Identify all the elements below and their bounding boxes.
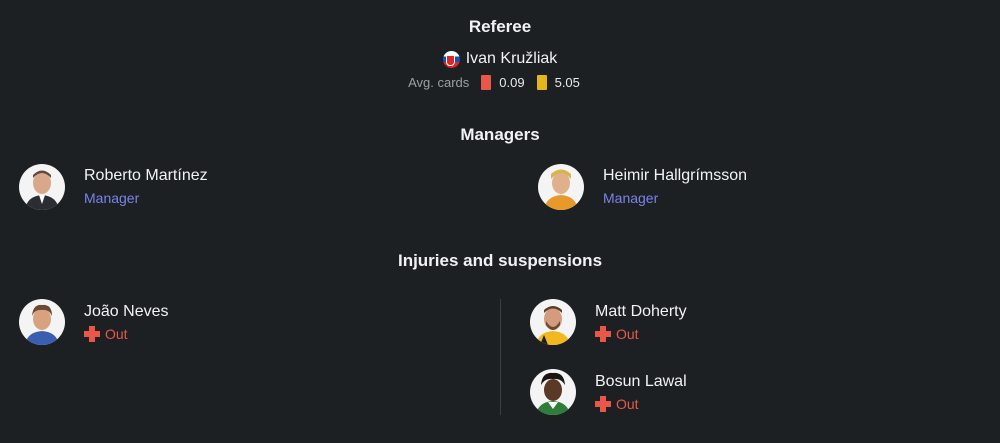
medical-cross-icon — [84, 326, 100, 342]
manager-name: Roberto Martínez — [84, 167, 208, 184]
manager-name: Heimir Hallgrímsson — [603, 167, 748, 184]
yellow-card-icon — [536, 75, 547, 90]
manager-avatar-icon — [19, 164, 65, 210]
injury-status-label: Out — [616, 326, 639, 342]
injury-status-label: Out — [616, 396, 639, 412]
player-name: João Neves — [84, 303, 169, 320]
referee-section-title: Referee — [468, 17, 532, 36]
manager-away[interactable]: Heimir Hallgrímsson Manager — [538, 164, 747, 210]
medical-cross-icon — [595, 396, 611, 412]
player-avatar-icon — [530, 369, 576, 415]
player-avatar-icon — [530, 299, 576, 345]
managers-section-title: Managers — [460, 125, 540, 144]
injury-status: Out — [595, 396, 687, 412]
injuries-section-title: Injuries and suspensions — [397, 251, 603, 270]
red-card-icon — [481, 75, 492, 90]
manager-home[interactable]: Roberto Martínez Manager — [19, 164, 208, 210]
injury-home-0[interactable]: João Neves Out — [19, 299, 169, 345]
avg-cards-label: Avg. cards — [408, 75, 470, 90]
manager-avatar-icon — [538, 164, 584, 210]
injury-status: Out — [595, 326, 687, 342]
injury-status: Out — [84, 326, 169, 342]
injuries-divider — [500, 299, 501, 415]
player-name: Matt Doherty — [595, 303, 687, 320]
medical-cross-icon — [595, 326, 611, 342]
injury-away-0[interactable]: Matt Doherty Out — [530, 299, 687, 345]
slovakia-flag-icon — [442, 50, 460, 68]
referee-name: Ivan Kružliak — [465, 50, 558, 67]
manager-role: Manager — [603, 190, 659, 206]
injury-status-label: Out — [105, 326, 128, 342]
player-avatar-icon — [19, 299, 65, 345]
referee-avg-cards: Avg. cards 0.09 5.05 — [0, 75, 1000, 90]
manager-role: Manager — [84, 190, 140, 206]
player-name: Bosun Lawal — [595, 373, 687, 390]
injury-away-1[interactable]: Bosun Lawal Out — [530, 369, 687, 415]
red-cards-value: 0.09 — [499, 75, 525, 90]
yellow-cards-value: 5.05 — [554, 75, 580, 90]
referee-name-row[interactable]: Ivan Kružliak — [0, 50, 1000, 68]
